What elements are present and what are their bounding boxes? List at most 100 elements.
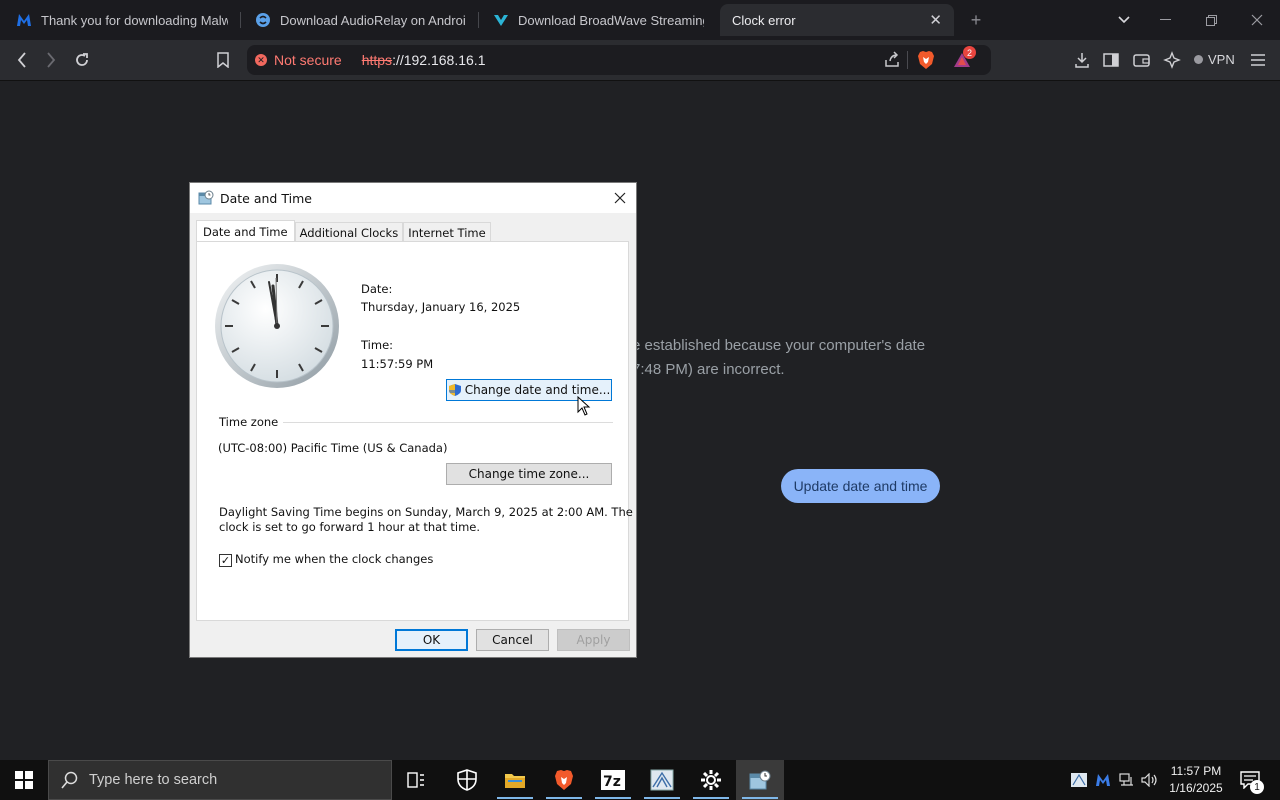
broadwave-icon: [493, 12, 509, 28]
time-zone-heading: Time zone: [219, 415, 279, 429]
file-explorer-icon[interactable]: [491, 760, 539, 800]
brave-shields-icon[interactable]: [917, 50, 935, 73]
taskbar-time: 11:57 PM: [1170, 764, 1222, 778]
tab-search-chevron-icon[interactable]: [1111, 8, 1137, 32]
ok-button[interactable]: OK: [395, 629, 468, 651]
running-indicator: [497, 797, 533, 799]
tab-title: Thank you for downloading Malwar: [41, 12, 228, 28]
clock-error-message: e established because your computer's da…: [632, 334, 952, 382]
new-tab-button[interactable]: +: [963, 8, 989, 32]
tray-volume-icon[interactable]: [1139, 760, 1161, 800]
uac-shield-icon: [448, 383, 462, 397]
dialog-tabs: Date and Time Additional Clocks Internet…: [196, 220, 491, 242]
time-zone-divider: [283, 422, 613, 423]
dialog-title: Date and Time: [220, 190, 312, 206]
running-indicator: [546, 797, 582, 799]
tab-broadwave[interactable]: Download BroadWave Streaming Au: [481, 4, 716, 36]
restore-icon[interactable]: [1188, 0, 1234, 40]
dialog-close-icon[interactable]: [610, 188, 630, 208]
dst-info-line: clock is set to go forward 1 hour at tha…: [219, 520, 481, 534]
error-line: 7:48 PM) are incorrect.: [632, 361, 785, 378]
date-time-panel: Date: Thursday, January 16, 2025 Time: 1…: [196, 241, 633, 621]
mouse-cursor-icon: [577, 396, 591, 416]
warning-icon: ✕: [255, 54, 267, 66]
notification-count-badge: 1: [1250, 780, 1264, 794]
start-button[interactable]: [0, 760, 48, 800]
wallet-icon[interactable]: [1128, 48, 1154, 72]
settings-gear-icon[interactable]: [687, 760, 735, 800]
tray-malwarebytes-icon[interactable]: [1092, 760, 1114, 800]
back-arrow-icon[interactable]: [9, 48, 35, 72]
bookmark-icon[interactable]: [210, 48, 236, 72]
task-view-icon[interactable]: [392, 760, 440, 800]
tab-internet-time[interactable]: Internet Time: [403, 222, 491, 242]
security-label: Not secure: [274, 52, 342, 68]
cancel-button[interactable]: Cancel: [476, 629, 549, 651]
tab-audiorelay[interactable]: Download AudioRelay on Android, l: [243, 4, 477, 36]
tab-title: Download AudioRelay on Android, l: [280, 12, 465, 28]
notify-checkbox[interactable]: ✓: [219, 554, 232, 567]
taskbar-search-box[interactable]: Type here to search: [48, 760, 392, 800]
svg-text:7z: 7z: [603, 774, 621, 790]
date-time-app-icon: [198, 190, 214, 206]
sidebar-icon[interactable]: [1098, 48, 1124, 72]
tab-additional-clocks[interactable]: Additional Clocks: [294, 222, 404, 242]
running-indicator: [742, 797, 778, 799]
vpn-status-icon: [1194, 55, 1203, 64]
downloads-icon[interactable]: [1069, 48, 1095, 72]
vpn-button[interactable]: VPN: [1194, 52, 1235, 67]
notification-center-icon[interactable]: 1: [1234, 760, 1266, 800]
address-bar[interactable]: ✕ Not secure https://192.168.16.1 2: [247, 45, 991, 75]
taskbar-clock[interactable]: 11:57 PM 1/16/2025: [1163, 763, 1229, 797]
rewards-badge: 2: [963, 46, 976, 59]
windows-security-icon[interactable]: [443, 760, 491, 800]
tab-title: Download BroadWave Streaming Au: [518, 12, 704, 28]
change-time-zone-button[interactable]: Change time zone...: [446, 463, 612, 485]
taskbar-date: 1/16/2025: [1169, 781, 1223, 795]
search-placeholder: Type here to search: [89, 772, 218, 788]
not-secure-indicator[interactable]: ✕ Not secure: [255, 52, 342, 68]
tab-title: Clock error: [732, 12, 796, 28]
forward-arrow-icon[interactable]: [38, 48, 64, 72]
date-time-control-panel-icon[interactable]: [736, 760, 784, 800]
tab-clock-error[interactable]: Clock error ✕: [720, 4, 954, 36]
running-indicator: [595, 797, 631, 799]
browser-toolbar: ✕ Not secure https://192.168.16.1 2 VPN: [0, 40, 1280, 81]
network-app-icon[interactable]: [638, 760, 686, 800]
notify-label[interactable]: Notify me when the clock changes: [235, 552, 433, 566]
minimize-icon[interactable]: [1142, 0, 1188, 40]
url-divider: [907, 51, 908, 69]
menu-icon[interactable]: [1245, 48, 1271, 72]
vpn-label: VPN: [1208, 52, 1235, 67]
tab-malwarebytes[interactable]: Thank you for downloading Malwar: [4, 4, 240, 36]
dialog-title-bar[interactable]: Date and Time: [190, 183, 636, 213]
time-label: Time:: [361, 338, 394, 352]
7zip-icon[interactable]: 7z: [589, 760, 637, 800]
close-tab-icon[interactable]: ✕: [919, 11, 942, 29]
date-value: Thursday, January 16, 2025: [361, 300, 521, 314]
time-value: 11:57:59 PM: [361, 357, 434, 371]
time-zone-value: (UTC-08:00) Pacific Time (US & Canada): [218, 441, 448, 455]
running-indicator: [693, 797, 729, 799]
change-date-time-label: Change date and time...: [464, 383, 611, 397]
tab-separator: [478, 12, 479, 28]
audiorelay-icon: [255, 12, 271, 28]
brave-browser-icon[interactable]: [540, 760, 588, 800]
update-date-time-button[interactable]: Update date and time: [781, 469, 940, 503]
dst-info-line: Daylight Saving Time begins on Sunday, M…: [219, 505, 633, 519]
analog-clock-icon: [215, 264, 339, 388]
leo-ai-icon[interactable]: [1159, 48, 1185, 72]
window-close-icon[interactable]: [1234, 0, 1280, 40]
url-text: https://192.168.16.1: [361, 52, 486, 68]
tab-date-and-time[interactable]: Date and Time: [196, 220, 295, 242]
tray-network-icon[interactable]: [1116, 760, 1138, 800]
apply-button[interactable]: Apply: [557, 629, 630, 651]
tray-network-app-icon[interactable]: [1068, 760, 1090, 800]
windows-logo-icon: [15, 771, 33, 789]
windows-taskbar: Type here to search 7z 11:57 PM 1/16/202…: [0, 760, 1280, 800]
tab-separator: [240, 12, 241, 28]
search-icon: [61, 771, 79, 789]
reload-icon[interactable]: [69, 48, 95, 72]
error-line: e established because your computer's da…: [632, 337, 926, 354]
share-icon[interactable]: [883, 51, 901, 72]
